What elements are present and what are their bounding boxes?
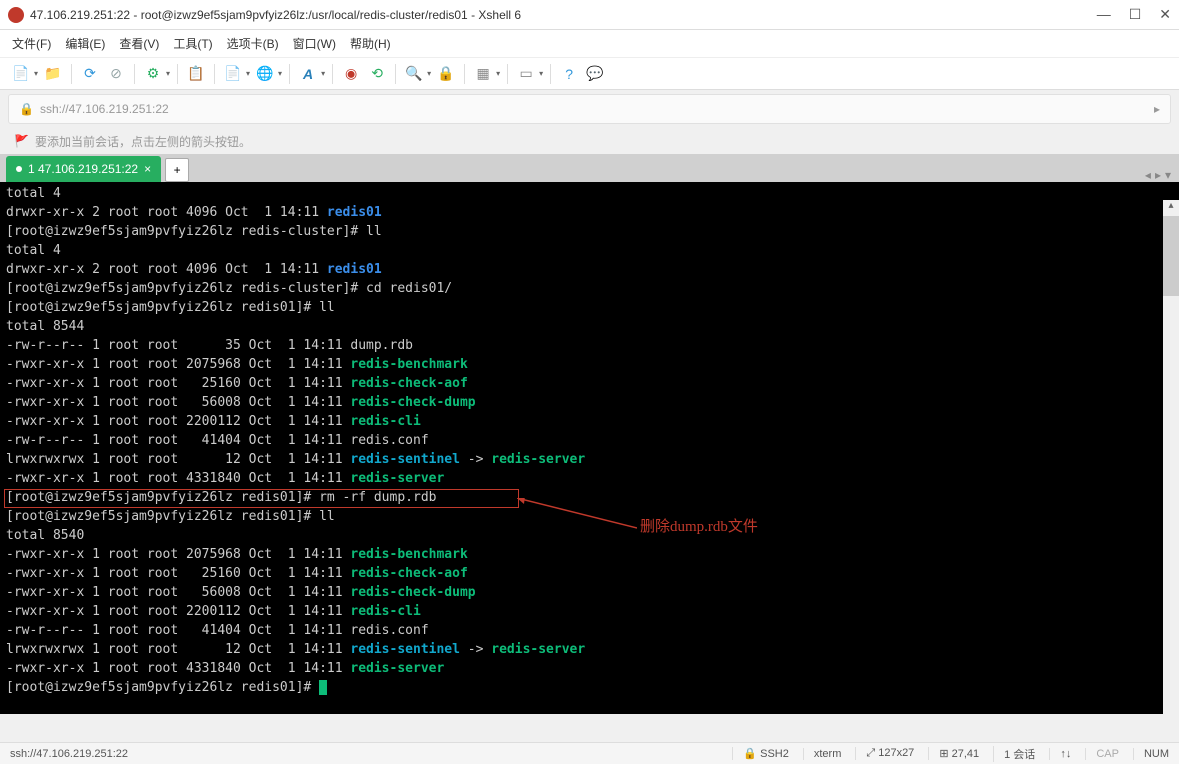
session-tab[interactable]: 1 47.106.219.251:22 × (6, 156, 161, 182)
globe-icon[interactable]: 🌐 (254, 63, 276, 85)
menu-tabs[interactable]: 选项卡(B) (227, 35, 279, 52)
copy-icon[interactable]: 📋 (185, 63, 207, 85)
annotation-text: 删除dump.rdb文件 (640, 518, 758, 537)
paste-icon[interactable]: 📄 (222, 63, 244, 85)
hint-bar: 🚩 要添加当前会话，点击左侧的箭头按钮。 (0, 128, 1179, 154)
status-connect-icon: ↑↓ (1049, 748, 1071, 760)
new-session-icon[interactable]: 📄 (10, 63, 32, 85)
status-ssh: 🔒 SSH2 (732, 747, 789, 760)
status-address: ssh://47.106.219.251:22 (10, 748, 718, 760)
menu-file[interactable]: 文件(F) (12, 35, 51, 52)
properties-icon[interactable]: ⚙ (142, 63, 164, 85)
scroll-up-icon[interactable]: ▴ (1163, 200, 1179, 216)
address-bar[interactable]: 🔒 ssh://47.106.219.251:22 ▸ (8, 94, 1171, 124)
status-pos: ⊞ 27,41 (928, 747, 979, 760)
chat-icon[interactable]: 💬 (584, 63, 606, 85)
add-tab-button[interactable]: + (165, 158, 189, 182)
scrollbar[interactable]: ▴ (1163, 200, 1179, 742)
menu-window[interactable]: 窗口(W) (293, 35, 336, 52)
menu-bar: 文件(F) 编辑(E) 查看(V) 工具(T) 选项卡(B) 窗口(W) 帮助(… (0, 30, 1179, 58)
menu-view[interactable]: 查看(V) (119, 35, 159, 52)
xftp-icon[interactable]: ◉ (340, 63, 362, 85)
status-num: NUM (1133, 748, 1169, 760)
scrollbar-thumb[interactable] (1163, 216, 1179, 296)
window-title: 47.106.219.251:22 - root@izwz9ef5sjam9pv… (30, 8, 1097, 22)
help-icon[interactable]: ? (558, 63, 580, 85)
tab-bar: 1 47.106.219.251:22 × + ◂ ▸ ▾ (0, 154, 1179, 182)
flag-icon: 🚩 (14, 134, 29, 148)
status-term: xterm (803, 748, 842, 760)
tab-close-icon[interactable]: × (144, 162, 151, 176)
highlight-icon[interactable]: ▦ (472, 63, 494, 85)
tab-next-icon[interactable]: ▸ (1155, 168, 1161, 182)
lock-icon: 🔒 (19, 102, 34, 116)
lock-icon[interactable]: 🔒 (435, 63, 457, 85)
reconnect-icon[interactable]: ⟳ (79, 63, 101, 85)
font-icon[interactable]: A (297, 63, 319, 85)
disconnect-icon[interactable]: ⊘ (105, 63, 127, 85)
menu-edit[interactable]: 编辑(E) (65, 35, 105, 52)
status-bar: ssh://47.106.219.251:22 🔒 SSH2 xterm ⤢ 1… (0, 742, 1179, 764)
hint-text: 要添加当前会话，点击左侧的箭头按钮。 (35, 133, 251, 150)
tab-nav: ◂ ▸ ▾ (1145, 168, 1171, 182)
refresh-icon[interactable]: ⟲ (366, 63, 388, 85)
open-icon[interactable]: 📁 (42, 63, 64, 85)
menu-help[interactable]: 帮助(H) (350, 35, 391, 52)
maximize-button[interactable]: ☐ (1129, 6, 1142, 23)
go-icon[interactable]: ▸ (1154, 102, 1160, 116)
title-bar: 47.106.219.251:22 - root@izwz9ef5sjam9pv… (0, 0, 1179, 30)
status-sessions: 1 会话 (993, 746, 1035, 762)
menu-tools[interactable]: 工具(T) (173, 35, 212, 52)
tab-label: 1 47.106.219.251:22 (28, 162, 138, 176)
status-dot-icon (16, 166, 22, 172)
minimize-button[interactable]: — (1097, 6, 1111, 23)
app-icon (8, 7, 24, 23)
cursor (319, 680, 327, 695)
tab-prev-icon[interactable]: ◂ (1145, 168, 1151, 182)
tab-menu-icon[interactable]: ▾ (1165, 168, 1171, 182)
find-icon[interactable]: 🔍 (403, 63, 425, 85)
status-size: ⤢ 127x27 (855, 747, 914, 760)
status-cap: CAP (1085, 748, 1119, 760)
toolbar: 📄▾ 📁 ⟳ ⊘ ⚙▾ 📋 📄▾ 🌐▾ A▾ ◉ ⟲ 🔍▾ 🔒 ▦▾ ▭▾ ? … (0, 58, 1179, 90)
window-controls: — ☐ ✕ (1097, 6, 1171, 23)
layout-icon[interactable]: ▭ (515, 63, 537, 85)
close-button[interactable]: ✕ (1159, 6, 1171, 23)
address-url: ssh://47.106.219.251:22 (40, 102, 1154, 116)
terminal[interactable]: total 4 drwxr-xr-x 2 root root 4096 Oct … (0, 182, 1179, 714)
